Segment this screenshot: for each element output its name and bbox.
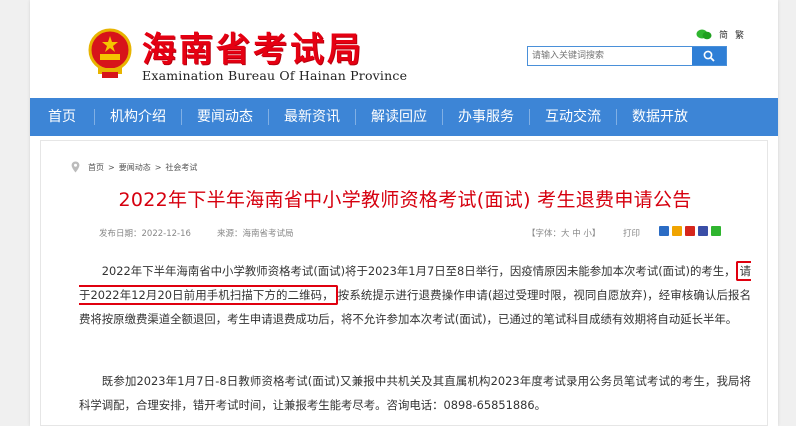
share-renren-icon[interactable] [698,226,708,236]
nav-item-services[interactable]: 办事服务 [443,98,529,136]
nav-item-about[interactable]: 机构介绍 [95,98,181,136]
nav-item-home[interactable]: 首页 [30,98,94,136]
breadcrumb-separator: > [154,162,162,172]
nav-item-latest[interactable]: 最新资讯 [269,98,355,136]
article-meta: 发布日期：2022-12-16 来源：海南省考试局 【字体：大 中 小】 打印 [99,226,759,241]
breadcrumb-news[interactable]: 要闻动态 [119,162,151,173]
nav-item-interpretation[interactable]: 解读回应 [356,98,442,136]
page: 海南省考试局 Examination Bureau Of Hainan Prov… [30,0,778,426]
site-logo-text[interactable]: 海南省考试局 [142,22,364,71]
breadcrumb-separator: > [108,162,115,172]
article-paragraph-1: 2022年下半年海南省中小学教师资格考试(面试)将于2023年1月7日至8日举行… [79,259,751,331]
share-qzone-icon[interactable] [659,226,669,236]
print-button[interactable]: 打印 [623,227,640,239]
site-logo-english: Examination Bureau Of Hainan Province [142,68,408,83]
nav-item-news[interactable]: 要闻动态 [182,98,268,136]
wechat-icon[interactable] [696,29,712,40]
share-icons [659,226,721,236]
article-title: 2022年下半年海南省中小学教师资格考试(面试) 考生退费申请公告 [118,189,692,211]
national-emblem-icon [88,28,132,78]
search-box [527,46,727,66]
search-icon [703,50,715,62]
publish-date: 发布日期：2022-12-16 [99,229,191,239]
location-pin-icon [71,161,80,173]
share-weibo-icon[interactable] [685,226,695,236]
language-switcher: 简 繁 [696,28,744,41]
search-button[interactable] [692,47,726,65]
paragraph-1-text-a: 2022年下半年海南省中小学教师资格考试(面试)将于2023年1月7日至8日举行… [101,264,736,278]
breadcrumb-exams[interactable]: 社会考试 [165,162,197,173]
share-wechat-icon[interactable] [711,226,721,236]
breadcrumb-home[interactable]: 首页 [88,162,104,173]
search-input[interactable] [528,47,692,65]
article-source: 来源：海南省考试局 [217,229,294,239]
nav-item-open-data[interactable]: 数据开放 [617,98,703,136]
font-size-selector[interactable]: 【字体：大 中 小】 [527,227,600,239]
site-header: 海南省考试局 Examination Bureau Of Hainan Prov… [30,0,778,98]
article-paragraph-2: 既参加2023年1月7日-8日教师资格考试(面试)又兼报中共机关及其直属机构20… [79,374,751,412]
main-nav: 首页 机构介绍 要闻动态 最新资讯 解读回应 办事服务 互动交流 数据开放 [30,98,778,136]
nav-item-interaction[interactable]: 互动交流 [530,98,616,136]
lang-traditional-link[interactable]: 繁 [735,28,744,41]
breadcrumb: 首页 > 要闻动态 > 社会考试 [71,161,197,173]
article-container: 首页 > 要闻动态 > 社会考试 2022年下半年海南省中小学教师资格考试(面试… [40,140,768,426]
lang-simplified-link[interactable]: 简 [719,28,728,41]
share-star-icon[interactable] [672,226,682,236]
